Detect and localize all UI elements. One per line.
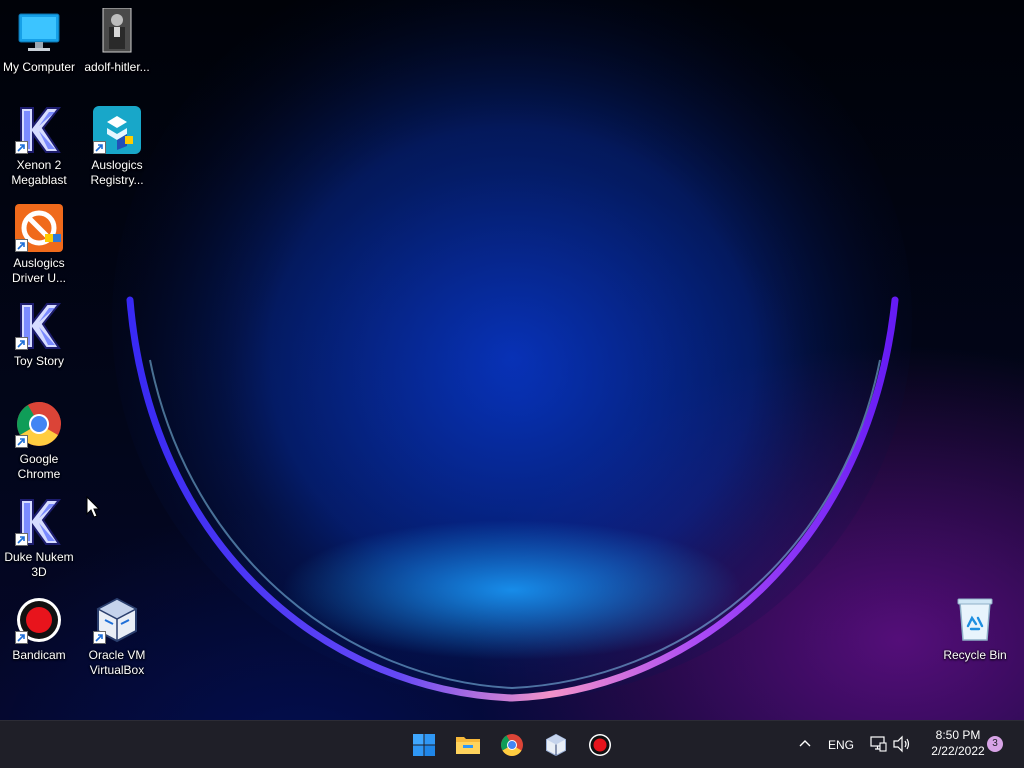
icon-label: Bandicam — [12, 648, 66, 662]
desktop[interactable]: My Computer adolf-hitler... Xenon 2 Mega… — [0, 0, 1024, 720]
registry-cleaner-icon — [93, 106, 141, 154]
chrome-icon — [501, 734, 523, 756]
show-hidden-icons-button[interactable] — [797, 735, 813, 754]
clock-time: 8:50 PM — [935, 728, 981, 742]
icon-label: Recycle Bin — [943, 648, 1007, 662]
clock-date: 2/22/2022 — [931, 744, 985, 758]
desktop-icon-photo-file[interactable]: adolf-hitler... — [78, 8, 156, 75]
network-button[interactable] — [869, 735, 887, 756]
recycle-bin-icon — [951, 596, 999, 644]
shortcut-arrow-icon — [15, 337, 28, 350]
icon-label: Google Chrome — [17, 452, 61, 481]
desktop-icon-my-computer[interactable]: My Computer — [0, 8, 78, 75]
record-icon — [15, 596, 63, 644]
language-indicator[interactable]: ENG — [828, 738, 854, 752]
driver-updater-icon — [15, 204, 63, 252]
clock[interactable]: 8:50 PM 2/22/2022 — [922, 727, 994, 759]
virtualbox-icon — [546, 733, 566, 757]
desktop-icon-duke-nukem[interactable]: Duke Nukem 3D — [0, 498, 78, 580]
virtualbox-icon — [93, 596, 141, 644]
icon-label: adolf-hitler... — [84, 60, 150, 74]
mouse-cursor-icon — [86, 496, 100, 518]
shortcut-arrow-icon — [15, 435, 28, 448]
desktop-icon-toy-story[interactable]: Toy Story — [0, 302, 78, 369]
volume-button[interactable] — [892, 735, 912, 756]
shortcut-arrow-icon — [93, 631, 106, 644]
desktop-icon-bandicam[interactable]: Bandicam — [0, 596, 78, 663]
shortcut-arrow-icon — [15, 141, 28, 154]
taskbar: ENG 8:50 PM 2/22/2022 — [0, 720, 1024, 768]
icon-label: Duke Nukem 3D — [4, 550, 74, 579]
chevron-up-icon — [799, 740, 811, 747]
k-letter-icon — [15, 498, 63, 546]
icon-label: My Computer — [2, 60, 76, 74]
icon-label: Auslogics Registry... — [90, 158, 144, 187]
start-button[interactable] — [408, 729, 440, 761]
icon-label: Oracle VM VirtualBox — [88, 648, 146, 677]
shortcut-arrow-icon — [15, 533, 28, 546]
network-icon — [870, 736, 887, 752]
chrome-taskbar-button[interactable] — [496, 729, 528, 761]
bandicam-taskbar-button[interactable] — [584, 729, 616, 761]
icon-label: Toy Story — [13, 354, 64, 368]
record-icon — [589, 734, 611, 756]
notification-badge[interactable]: 3 — [987, 736, 1003, 752]
shortcut-arrow-icon — [15, 631, 28, 644]
desktop-icon-virtualbox[interactable]: Oracle VM VirtualBox — [78, 596, 156, 678]
folder-icon — [456, 737, 480, 754]
desktop-icon-recycle-bin[interactable]: Recycle Bin — [936, 596, 1014, 663]
desktop-icon-xenon[interactable]: Xenon 2 Megablast — [0, 106, 78, 188]
icon-label: Xenon 2 Megablast — [11, 158, 67, 187]
desktop-icon-chrome[interactable]: Google Chrome — [0, 400, 78, 482]
file-explorer-button[interactable] — [452, 729, 484, 761]
k-letter-icon — [15, 106, 63, 154]
k-letter-icon — [15, 302, 63, 350]
desktop-icon-auslogics-registry[interactable]: Auslogics Registry... — [78, 106, 156, 188]
icon-label: Auslogics Driver U... — [12, 256, 66, 285]
windows-logo-icon — [413, 734, 435, 756]
shortcut-arrow-icon — [15, 239, 28, 252]
virtualbox-taskbar-button[interactable] — [540, 729, 572, 761]
shortcut-arrow-icon — [93, 141, 106, 154]
desktop-icon-auslogics-driver[interactable]: Auslogics Driver U... — [0, 204, 78, 286]
monitor-icon — [15, 8, 63, 56]
chrome-icon — [15, 400, 63, 448]
volume-icon — [893, 735, 910, 753]
photo-thumbnail-icon — [93, 8, 141, 56]
